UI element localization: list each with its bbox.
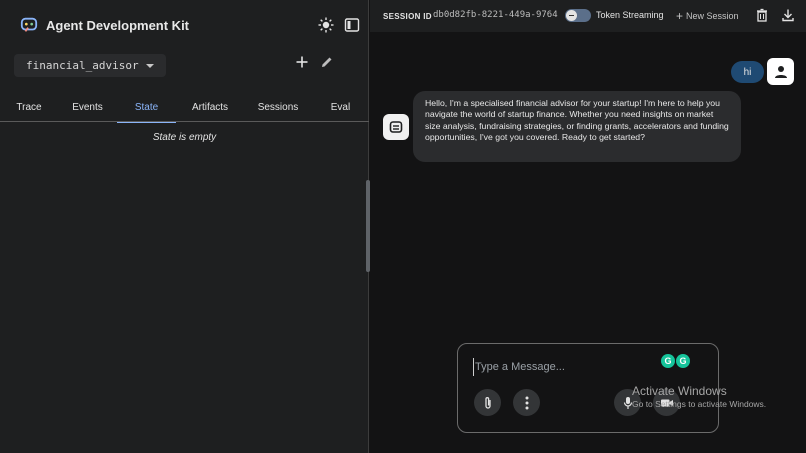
robot-icon bbox=[389, 121, 403, 133]
toggle-knob bbox=[566, 10, 577, 21]
person-icon bbox=[774, 65, 787, 78]
chevron-down-icon bbox=[146, 63, 154, 68]
chat-panel: SESSION ID db0d82fb-8221-449a-9764 Token… bbox=[370, 0, 806, 453]
sun-icon[interactable] bbox=[318, 17, 334, 33]
mic-icon bbox=[623, 396, 632, 409]
more-vert-icon bbox=[525, 396, 528, 409]
bot-avatar bbox=[383, 114, 409, 140]
pencil-icon[interactable] bbox=[320, 55, 334, 69]
attach-button[interactable] bbox=[474, 389, 501, 416]
session-toolbar: SESSION ID db0d82fb-8221-449a-9764 Token… bbox=[370, 0, 806, 32]
plus-icon: + bbox=[676, 9, 684, 23]
grammarly-status-icon: G bbox=[676, 354, 690, 368]
state-empty-text: State is empty bbox=[152, 132, 217, 143]
app-header: Agent Development Kit bbox=[20, 16, 189, 34]
session-id-value: db0d82fb-8221-449a-9764 bbox=[433, 10, 558, 20]
tab-artifacts[interactable]: Artifacts bbox=[176, 92, 244, 122]
grammarly-icon: G bbox=[661, 354, 675, 368]
bot-message: Hello, I'm a specialised financial advis… bbox=[413, 91, 741, 162]
plus-icon[interactable] bbox=[295, 55, 309, 69]
tab-label: Eval bbox=[330, 101, 351, 113]
agent-select-value: financial_advisor bbox=[26, 59, 139, 72]
download-icon[interactable] bbox=[781, 8, 795, 22]
tab-label: Events bbox=[72, 101, 103, 113]
tab-label: State bbox=[134, 101, 159, 113]
tab-label: Trace bbox=[16, 101, 42, 113]
more-options-button[interactable] bbox=[513, 389, 540, 416]
token-streaming-toggle[interactable] bbox=[565, 9, 591, 22]
tab-label: Sessions bbox=[257, 101, 299, 113]
user-message-text: hi bbox=[743, 66, 752, 78]
tab-bar: Trace Events State Artifacts Sessions Ev… bbox=[0, 92, 369, 123]
tab-state[interactable]: State bbox=[117, 92, 176, 123]
tab-eval[interactable]: Eval bbox=[312, 92, 369, 122]
session-id-label: SESSION ID bbox=[383, 12, 432, 21]
tab-events[interactable]: Events bbox=[58, 92, 117, 122]
left-panel: Agent Development Kit financial_advisor … bbox=[0, 0, 370, 453]
new-session-label: New Session bbox=[686, 11, 739, 21]
user-avatar bbox=[767, 58, 794, 85]
grammarly-widget[interactable]: G G bbox=[661, 354, 690, 368]
tab-trace[interactable]: Trace bbox=[0, 92, 58, 122]
bot-message-text: Hello, I'm a specialised financial advis… bbox=[425, 98, 729, 142]
adk-logo-icon bbox=[20, 17, 38, 32]
user-message: hi bbox=[731, 61, 764, 83]
paperclip-icon bbox=[484, 396, 491, 409]
activate-windows-subtitle: Go to Settings to activate Windows. bbox=[632, 399, 767, 409]
side-panel-icon[interactable] bbox=[344, 17, 360, 33]
tab-label: Artifacts bbox=[191, 101, 229, 113]
app-title: Agent Development Kit bbox=[46, 17, 190, 33]
token-streaming-label: Token Streaming bbox=[596, 10, 664, 20]
agent-select[interactable]: financial_advisor bbox=[14, 54, 166, 77]
message-input[interactable] bbox=[473, 358, 653, 376]
tab-sessions[interactable]: Sessions bbox=[244, 92, 312, 122]
new-session-button[interactable]: + New Session bbox=[676, 9, 739, 23]
trash-icon[interactable] bbox=[755, 8, 769, 22]
activate-windows-title: Activate Windows bbox=[632, 384, 727, 398]
